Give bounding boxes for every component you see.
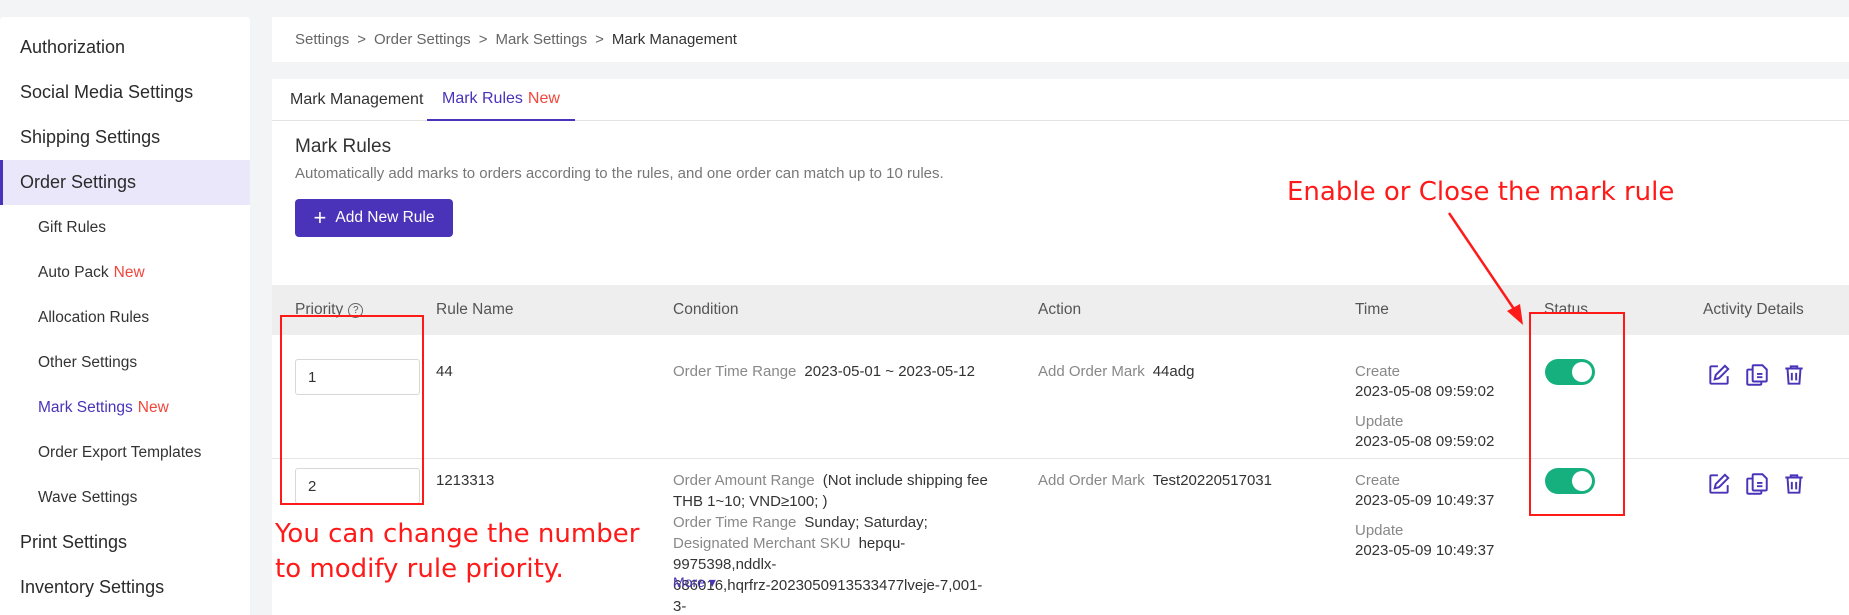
condition-value: 2023-05-01 ~ 2023-05-12 [804, 363, 975, 380]
action-cell: Add Order Mark Test20220517031 [1038, 470, 1272, 491]
priority-highlight-box [280, 315, 424, 505]
condition-label: Designated Merchant SKU [673, 535, 851, 552]
rule-name: 44 [436, 363, 453, 380]
condition-label: Order Time Range [673, 363, 797, 380]
plus-icon: + [313, 205, 327, 230]
sidebar-item-shipping-settings[interactable]: Shipping Settings [0, 115, 250, 160]
tab-mark-rules[interactable]: Mark Rules New [427, 79, 575, 121]
update-time: 2023-05-09 10:49:37 [1355, 542, 1495, 559]
edit-icon[interactable] [1706, 362, 1732, 388]
condition-label: Order Time Range [673, 514, 797, 531]
priority-annotation-line1: You can change the number [275, 519, 640, 549]
condition-value: 686016,hqrfrz-2023050913533477lveje-7,00… [673, 577, 983, 615]
breadcrumb-separator: > [595, 31, 604, 48]
sidebar-item-authorization[interactable]: Authorization [0, 25, 250, 70]
action-label: Add Order Mark [1038, 472, 1145, 489]
create-time: 2023-05-09 10:49:37 [1355, 492, 1495, 509]
condition-value: (Not include shipping fee [822, 472, 988, 489]
caret-down-icon: ▾ [708, 574, 716, 590]
breadcrumb-separator: > [357, 31, 366, 48]
create-label: Create [1355, 472, 1401, 489]
update-time: 2023-05-08 09:59:02 [1355, 433, 1495, 450]
breadcrumb-separator: > [478, 31, 488, 48]
update-label: Update [1355, 522, 1404, 539]
condition-value: Sunday; Saturday; [804, 514, 928, 531]
tab-mark-management[interactable]: Mark Management [290, 79, 423, 121]
status-annotation: Enable or Close the mark rule [1287, 177, 1675, 207]
sidebar-item-gift-rules[interactable]: Gift Rules [0, 205, 250, 250]
trash-icon[interactable] [1781, 362, 1807, 388]
status-highlight-box [1529, 312, 1625, 516]
sidebar-item-mark-settings[interactable]: Mark Settings New [0, 385, 250, 430]
priority-annotation-line2: to modify rule priority. [275, 554, 564, 584]
condition-cell: Order Amount Range (Not include shipping … [673, 470, 993, 615]
breadcrumb-current: Mark Management [611, 31, 737, 48]
breadcrumb-order-settings[interactable]: Order Settings [374, 31, 471, 48]
tab-bar: Mark Management Mark Rules New [272, 79, 1849, 121]
action-cell: Add Order Mark 44adg [1038, 361, 1194, 382]
condition-cell: Order Time Range 2023-05-01 ~ 2023-05-12 [673, 361, 975, 382]
sidebar-item-allocation-rules[interactable]: Allocation Rules [0, 295, 250, 340]
update-label: Update [1355, 413, 1404, 430]
column-header-action: Action [1038, 301, 1082, 318]
column-header-activity-details: Activity Details [1703, 301, 1804, 318]
column-header-rule-name: Rule Name [436, 301, 514, 318]
new-badge: New [113, 263, 145, 281]
breadcrumb-settings[interactable]: Settings [295, 31, 349, 48]
breadcrumb-mark-settings[interactable]: Mark Settings [495, 31, 587, 48]
action-label: Add Order Mark [1038, 363, 1145, 380]
sidebar-item-social-media-settings[interactable]: Social Media Settings [0, 70, 250, 115]
sidebar-item-wave-settings[interactable]: Wave Settings [0, 475, 250, 520]
more-link[interactable]: More ▾ [673, 574, 716, 591]
copy-icon[interactable] [1744, 362, 1770, 388]
condition-label: Order Amount Range [673, 472, 815, 489]
action-value: 44adg [1152, 363, 1195, 380]
section-description: Automatically add marks to orders accord… [295, 165, 944, 182]
condition-value: THB 1~10; VND≥100; ) [673, 493, 828, 510]
sidebar-item-order-export-templates[interactable]: Order Export Templates [0, 430, 250, 475]
edit-icon[interactable] [1706, 471, 1732, 497]
copy-icon[interactable] [1744, 471, 1770, 497]
create-label: Create [1355, 363, 1401, 380]
sidebar-item-order-settings[interactable]: Order Settings [0, 160, 250, 205]
sidebar-item-print-settings[interactable]: Print Settings [0, 520, 250, 565]
sidebar-item-auto-pack[interactable]: Auto Pack New [0, 250, 250, 295]
new-badge: New [527, 90, 560, 107]
settings-sidebar: Authorization Social Media Settings Ship… [0, 17, 250, 615]
create-time: 2023-05-08 09:59:02 [1355, 383, 1495, 400]
rule-name: 1213313 [436, 472, 495, 489]
sidebar-item-other-settings[interactable]: Other Settings [0, 340, 250, 385]
column-header-condition: Condition [673, 301, 739, 318]
breadcrumb: Settings > Order Settings > Mark Setting… [272, 17, 1849, 62]
add-new-rule-button[interactable]: + Add New Rule [295, 199, 453, 237]
sidebar-item-inventory-settings[interactable]: Inventory Settings [0, 565, 250, 610]
section-title: Mark Rules [295, 136, 392, 157]
column-header-time: Time [1355, 301, 1389, 318]
action-value: Test20220517031 [1152, 472, 1272, 489]
new-badge: New [137, 398, 169, 416]
trash-icon[interactable] [1781, 471, 1807, 497]
